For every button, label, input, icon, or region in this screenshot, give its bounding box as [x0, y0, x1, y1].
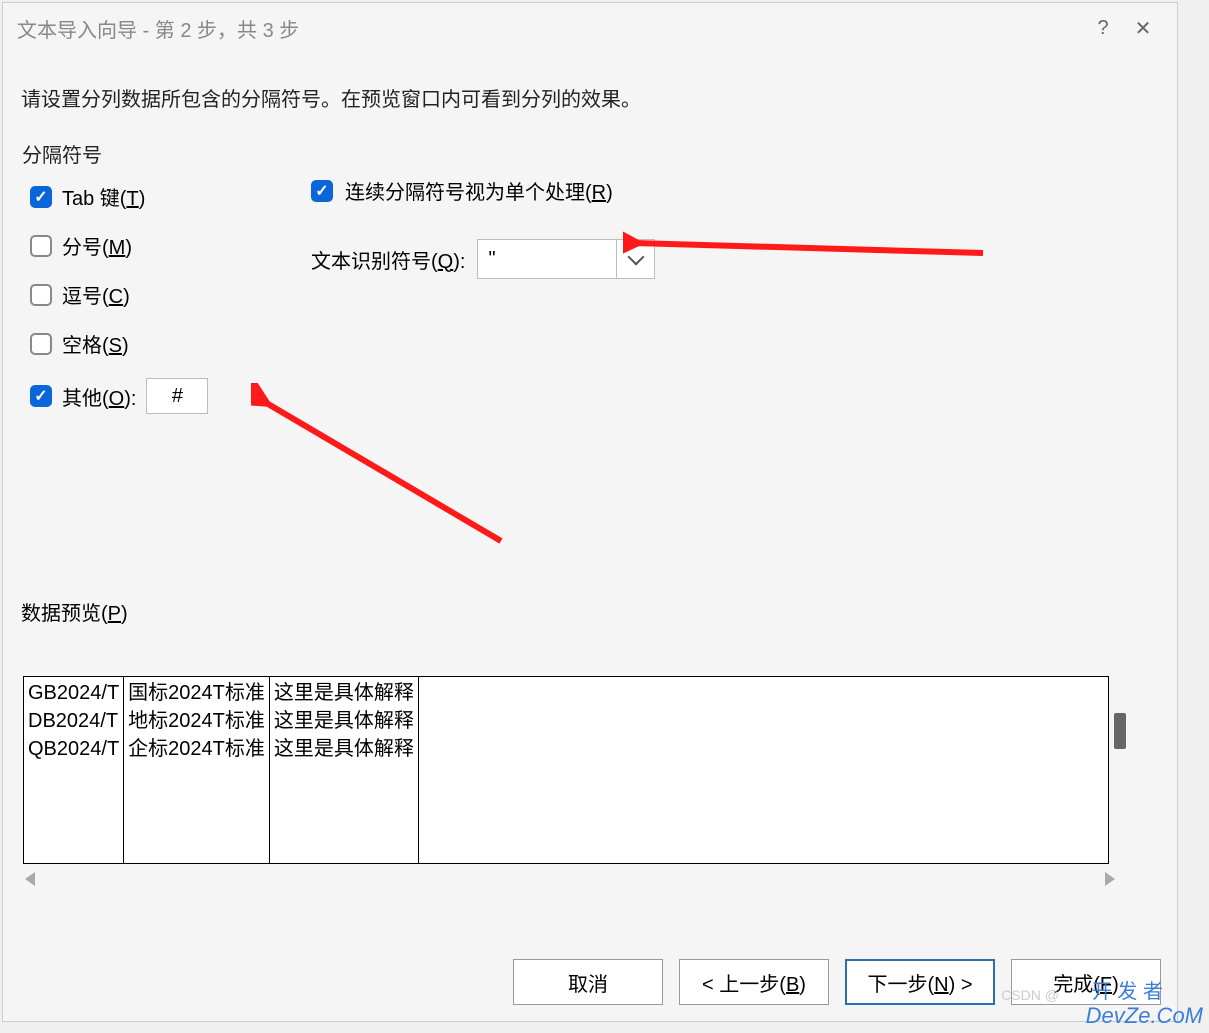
scroll-left-button[interactable]	[21, 870, 39, 888]
next-button[interactable]: 下一步(N) >	[845, 959, 995, 1005]
delimiter-other-input[interactable]	[146, 378, 208, 414]
triangle-right-icon	[1105, 872, 1115, 886]
finish-button[interactable]: 完成(F)	[1011, 959, 1161, 1005]
treat-consecutive-label: 连续分隔符号视为单个处理(R)	[345, 176, 613, 205]
delimiter-tab-label: Tab 键(T)	[62, 182, 145, 211]
back-button[interactable]: < 上一步(B)	[679, 959, 829, 1005]
text-import-wizard-dialog: 文本导入向导 - 第 2 步，共 3 步 ? ✕ 请设置分列数据所包含的分隔符号…	[2, 2, 1178, 1022]
delimiter-space-checkbox[interactable]	[30, 333, 52, 355]
treat-consecutive-row[interactable]: 连续分隔符号视为单个处理(R)	[311, 176, 655, 205]
instruction-text: 请设置分列数据所包含的分隔符号。在预览窗口内可看到分列的效果。	[21, 83, 1159, 112]
close-button[interactable]: ✕	[1123, 8, 1163, 48]
preview-column-2: 国标2024T标准 地标2024T标准 企标2024T标准	[124, 677, 270, 863]
preview-label: 数据预览(P)	[21, 597, 1159, 626]
dialog-title: 文本导入向导 - 第 2 步，共 3 步	[17, 14, 299, 43]
delimiter-group: 分隔符号 Tab 键(T) 分号(M) 逗号(C) 空格(S)	[21, 138, 251, 453]
dialog-footer: 取消 < 上一步(B) 下一步(N) > 完成(F)	[513, 959, 1161, 1005]
delimiter-other-checkbox[interactable]	[30, 385, 52, 407]
delimiter-space-row[interactable]: 空格(S)	[30, 329, 250, 358]
delimiter-semicolon-row[interactable]: 分号(M)	[30, 231, 250, 260]
text-qualifier-combo[interactable]	[477, 239, 655, 279]
delimiter-comma-label: 逗号(C)	[62, 280, 130, 309]
delimiter-semicolon-checkbox[interactable]	[30, 235, 52, 257]
delimiter-comma-checkbox[interactable]	[30, 284, 52, 306]
delimiter-options: 连续分隔符号视为单个处理(R) 文本识别符号(Q):	[271, 138, 655, 313]
data-preview: GB2024/T DB2024/T QB2024/T 国标2024T标准 地标2…	[23, 676, 1109, 864]
delimiter-tab-checkbox[interactable]	[30, 186, 52, 208]
cancel-button[interactable]: 取消	[513, 959, 663, 1005]
scroll-right-button[interactable]	[1101, 870, 1119, 888]
vertical-scrollbar-thumb[interactable]	[1114, 713, 1126, 749]
text-qualifier-label: 文本识别符号(Q):	[311, 245, 465, 274]
preview-column-3: 这里是具体解释 这里是具体解释 这里是具体解释	[270, 677, 419, 863]
delimiter-semicolon-label: 分号(M)	[62, 231, 132, 260]
help-button[interactable]: ?	[1083, 8, 1123, 48]
preview-column-1: GB2024/T DB2024/T QB2024/T	[24, 677, 124, 863]
horizontal-scrollbar[interactable]	[21, 868, 1119, 890]
text-qualifier-dropdown-button[interactable]	[616, 240, 654, 278]
chevron-down-icon	[627, 249, 644, 266]
delimiter-other-label: 其他(O):	[62, 382, 136, 411]
delimiter-comma-row[interactable]: 逗号(C)	[30, 280, 250, 309]
delimiter-tab-row[interactable]: Tab 键(T)	[30, 182, 250, 211]
triangle-left-icon	[25, 872, 35, 886]
treat-consecutive-checkbox[interactable]	[311, 180, 333, 202]
text-qualifier-row: 文本识别符号(Q):	[311, 239, 655, 279]
titlebar: 文本导入向导 - 第 2 步，共 3 步 ? ✕	[3, 3, 1177, 53]
text-qualifier-input[interactable]	[478, 240, 616, 278]
delimiter-group-label: 分隔符号	[22, 139, 250, 168]
delimiter-space-label: 空格(S)	[62, 329, 129, 358]
delimiter-other-row[interactable]: 其他(O):	[30, 378, 250, 414]
